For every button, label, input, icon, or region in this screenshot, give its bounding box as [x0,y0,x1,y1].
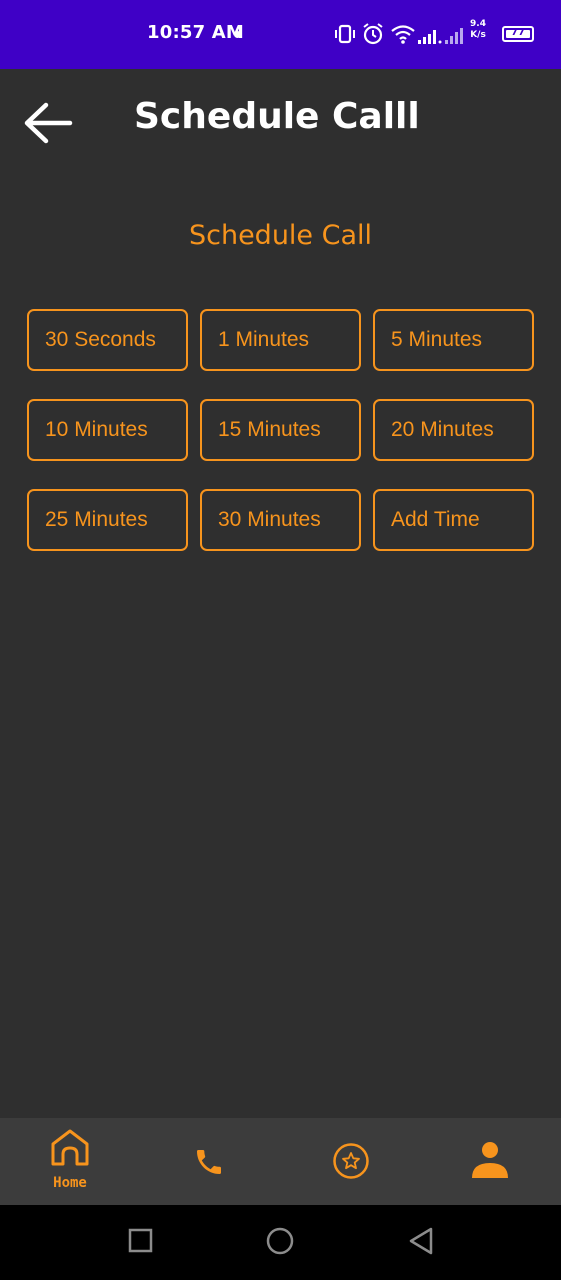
alarm-icon [363,23,383,45]
battery-level: 77 [511,27,525,38]
network-speed-unit: K/s [470,30,486,40]
notification-dot [234,31,241,38]
back-button[interactable] [22,100,74,146]
network-speed-value: 9.4 [470,19,486,29]
page-title: Schedule Calll [134,96,420,137]
network-speed: 9.4 K/s [468,19,488,41]
nav-favorites[interactable] [330,1118,370,1205]
nav-profile[interactable] [468,1118,512,1205]
home-icon [51,1129,89,1166]
nav-calls[interactable] [190,1118,230,1205]
status-bar: 10:57 AM 9.4 K/s 77 [0,0,561,69]
nav-home-label: Home [53,1175,87,1191]
bottom-nav: Home [0,1118,561,1205]
option-25-minutes[interactable]: 25 Minutes [27,489,188,551]
duration-options: 30 Seconds 1 Minutes 5 Minutes 10 Minute… [27,309,534,551]
nav-home[interactable]: Home [40,1118,100,1205]
battery-icon: 77 [502,26,534,42]
person-icon [472,1142,508,1178]
option-30-seconds[interactable]: 30 Seconds [27,309,188,371]
back-triangle-icon[interactable] [408,1227,436,1257]
star-circle-icon [333,1143,369,1179]
add-time-button[interactable]: Add Time [373,489,534,551]
arrow-left-icon [24,102,73,144]
option-5-minutes[interactable]: 5 Minutes [373,309,534,371]
status-time: 10:57 AM [147,22,245,43]
section-title: Schedule Call [188,220,373,251]
option-30-minutes[interactable]: 30 Minutes [200,489,361,551]
vibrate-icon [335,24,355,44]
phone-icon [197,1150,221,1174]
recents-square-icon[interactable] [128,1227,154,1255]
option-10-minutes[interactable]: 10 Minutes [27,399,188,461]
home-circle-icon[interactable] [265,1227,297,1259]
option-15-minutes[interactable]: 15 Minutes [200,399,361,461]
system-nav [0,1205,561,1280]
wifi-icon [391,25,415,44]
option-1-minutes[interactable]: 1 Minutes [200,309,361,371]
signal-icon [418,28,463,44]
option-20-minutes[interactable]: 20 Minutes [373,399,534,461]
